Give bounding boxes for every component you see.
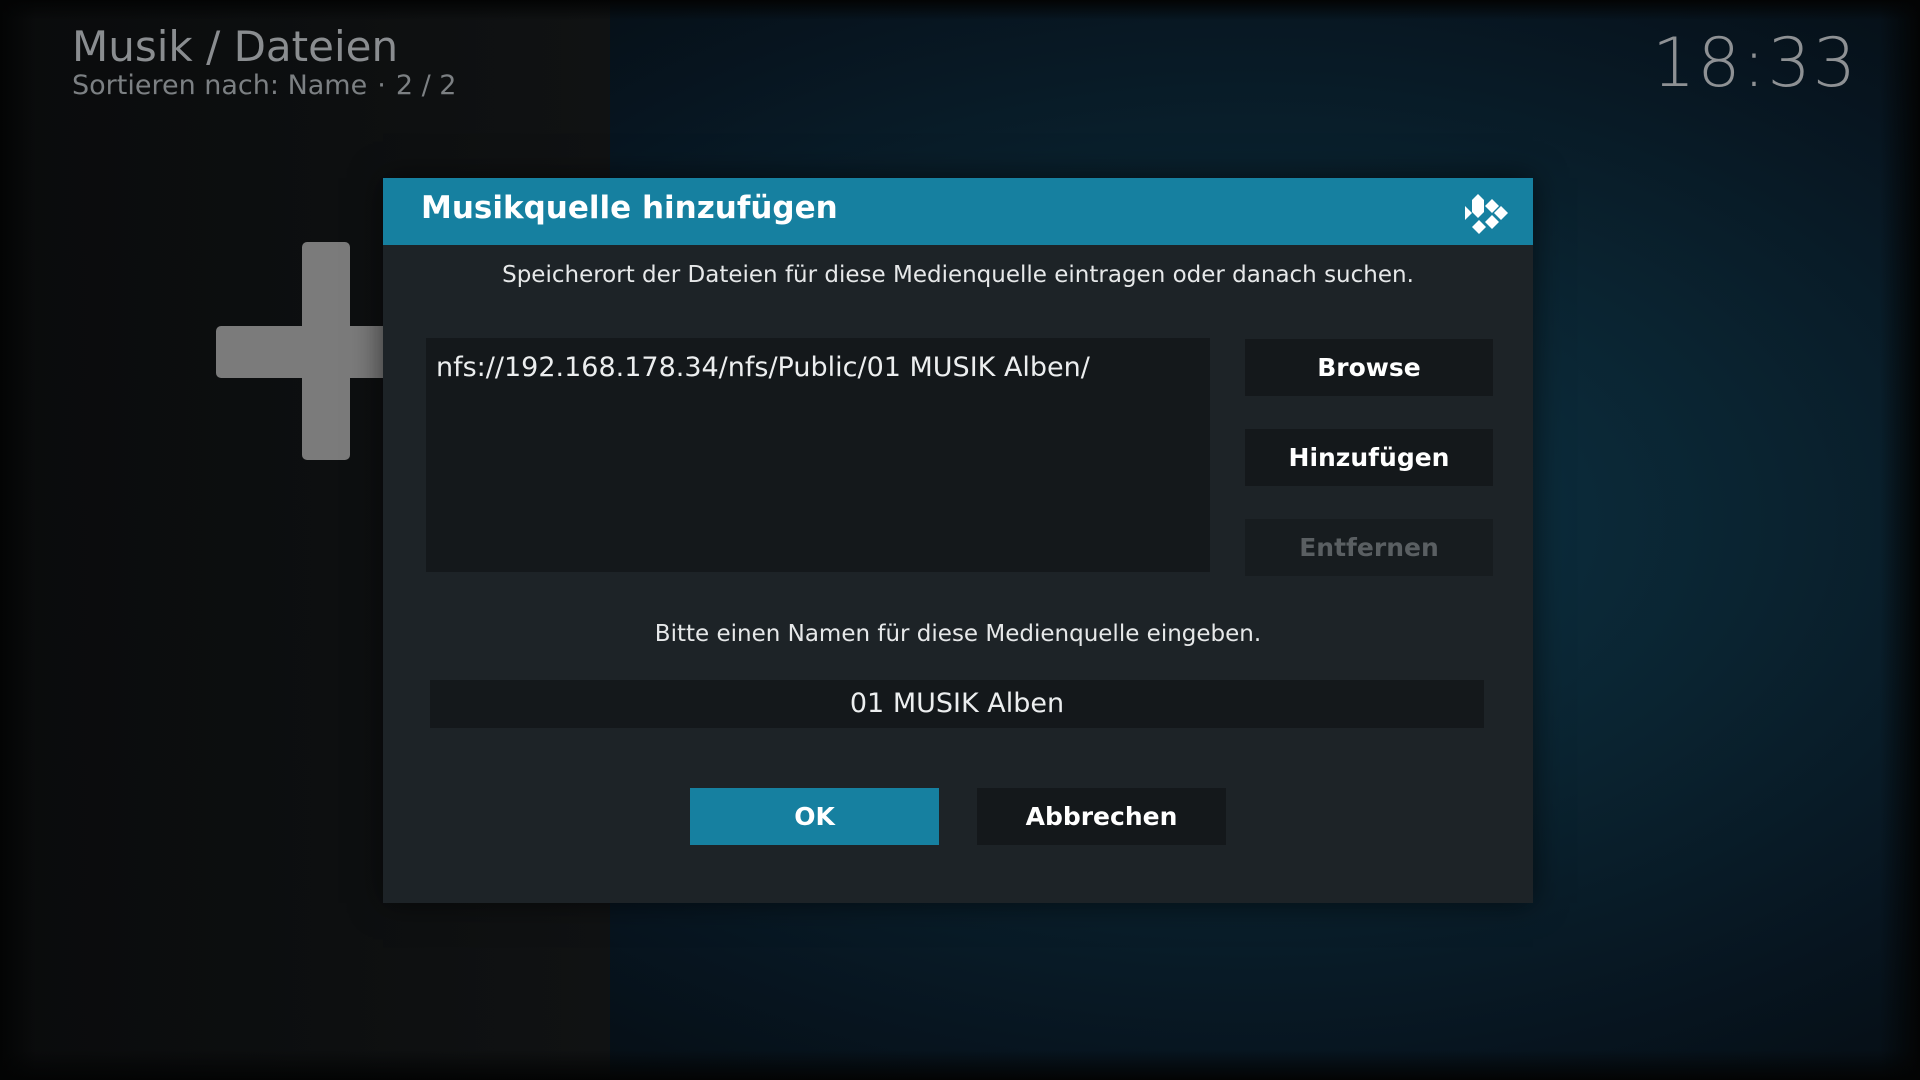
- vignette-bottom: [0, 1050, 1920, 1080]
- source-path-list[interactable]: nfs://192.168.178.34/nfs/Public/01 MUSIK…: [426, 338, 1210, 572]
- page-count: 2 / 2: [395, 70, 457, 101]
- kodi-logo-icon: [1465, 194, 1508, 234]
- clock: 18:33: [1652, 24, 1858, 103]
- dialog-title: Musikquelle hinzufügen: [421, 190, 838, 226]
- remove-button[interactable]: Entfernen: [1245, 519, 1493, 576]
- vignette-left: [0, 0, 36, 1080]
- separator-dot: ·: [377, 70, 386, 101]
- add-music-source-dialog: Musikquelle hinzufügen Speicherort der D…: [383, 178, 1533, 903]
- vignette-top: [0, 0, 1920, 20]
- sort-label: Sortieren nach: Name: [72, 70, 368, 101]
- dialog-header: Musikquelle hinzufügen: [383, 178, 1533, 245]
- breadcrumb: Musik / Dateien: [72, 22, 399, 71]
- name-prompt: Bitte einen Namen für diese Medienquelle…: [654, 621, 1262, 647]
- path-prompt: Speicherort der Dateien für diese Medien…: [502, 262, 1414, 288]
- cancel-button[interactable]: Abbrechen: [977, 788, 1226, 845]
- source-path-item[interactable]: nfs://192.168.178.34/nfs/Public/01 MUSIK…: [436, 352, 1090, 383]
- sort-info: Sortieren nach: Name · 2 / 2: [72, 70, 456, 101]
- source-name-input[interactable]: 01 MUSIK Alben: [430, 680, 1484, 728]
- ok-button[interactable]: OK: [690, 788, 939, 845]
- vignette-right: [1880, 0, 1920, 1080]
- browse-button[interactable]: Browse: [1245, 339, 1493, 396]
- add-button[interactable]: Hinzufügen: [1245, 429, 1493, 486]
- kodi-screen: Musik / Dateien Sortieren nach: Name · 2 /…: [0, 0, 1920, 1080]
